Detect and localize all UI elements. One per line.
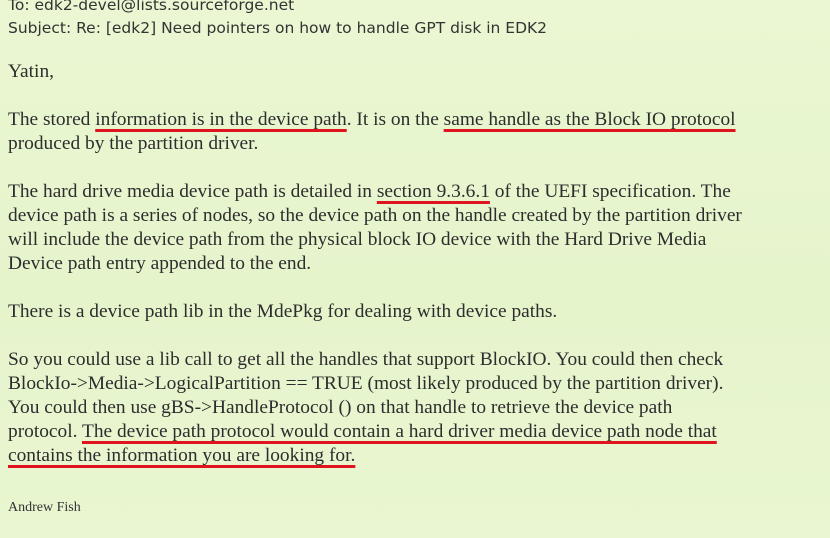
- p1-text-b: . It is on the: [346, 109, 444, 130]
- p4-highlight-1: The device path protocol would contain a…: [81, 421, 717, 442]
- paragraph-1: The stored information is in the device …: [8, 108, 828, 156]
- paragraph-4-line-2: BlockIo->Media->LogicalPartition == TRUE…: [8, 373, 724, 394]
- paragraph-2-line-1: The hard drive media device path is deta…: [8, 180, 828, 204]
- paragraph-1-line-2: produced by the partition driver.: [8, 133, 259, 154]
- paragraph-4-line-4: protocol. The device path protocol would…: [8, 420, 828, 444]
- paragraph-4-line-3: You could then use gBS->HandleProtocol (…: [8, 397, 673, 418]
- p1-highlight-2: same handle as the Block IO protocol: [443, 109, 736, 130]
- p4-text-a: protocol.: [8, 421, 82, 442]
- p1-highlight-1: information is in the device path: [95, 109, 347, 130]
- to-address-link[interactable]: edk2-devel@lists.sourceforge.net: [34, 0, 294, 14]
- paragraph-4-line-5: contains the information you are looking…: [8, 444, 828, 468]
- to-row: To: edk2-devel@lists.sourceforge.net: [8, 0, 547, 17]
- p4-highlight-2: contains the information you are looking…: [8, 445, 356, 466]
- subject-row: Subject: Re: [edk2] Need pointers on how…: [8, 17, 547, 40]
- p2-text-b: of the UEFI specification. The: [489, 181, 731, 202]
- email-body: Yatin, The stored information is in the …: [8, 60, 828, 468]
- paragraph-3: There is a device path lib in the MdePkg…: [8, 300, 828, 324]
- p2-text-a: The hard drive media device path is deta…: [8, 181, 377, 202]
- email-header: To: edk2-devel@lists.sourceforge.net Sub…: [8, 0, 547, 40]
- p1-text-a: The stored: [8, 109, 96, 130]
- paragraph-3-line-1: There is a device path lib in the MdePkg…: [8, 301, 558, 322]
- email-view: To: edk2-devel@lists.sourceforge.net Sub…: [0, 0, 830, 538]
- p2-highlight-section: section 9.3.6.1: [376, 181, 490, 202]
- subject-text: Re: [edk2] Need pointers on how to handl…: [76, 19, 548, 37]
- paragraph-2: The hard drive media device path is deta…: [8, 180, 828, 276]
- greeting-text: Yatin,: [8, 61, 54, 82]
- subject-label: Subject:: [8, 19, 77, 37]
- paragraph-2-line-2: device path is a series of nodes, so the…: [8, 205, 742, 226]
- paragraph-2-line-4: Device path entry appended to the end.: [8, 253, 312, 274]
- to-label: To:: [8, 0, 35, 14]
- paragraph-2-line-3: will include the device path from the ph…: [8, 229, 707, 250]
- signature: Andrew Fish: [8, 500, 81, 515]
- paragraph-4-line-1: So you could use a lib call to get all t…: [8, 349, 724, 370]
- paragraph-4: So you could use a lib call to get all t…: [8, 348, 828, 468]
- greeting: Yatin,: [8, 60, 828, 84]
- paragraph-1-line-1: The stored information is in the device …: [8, 108, 828, 132]
